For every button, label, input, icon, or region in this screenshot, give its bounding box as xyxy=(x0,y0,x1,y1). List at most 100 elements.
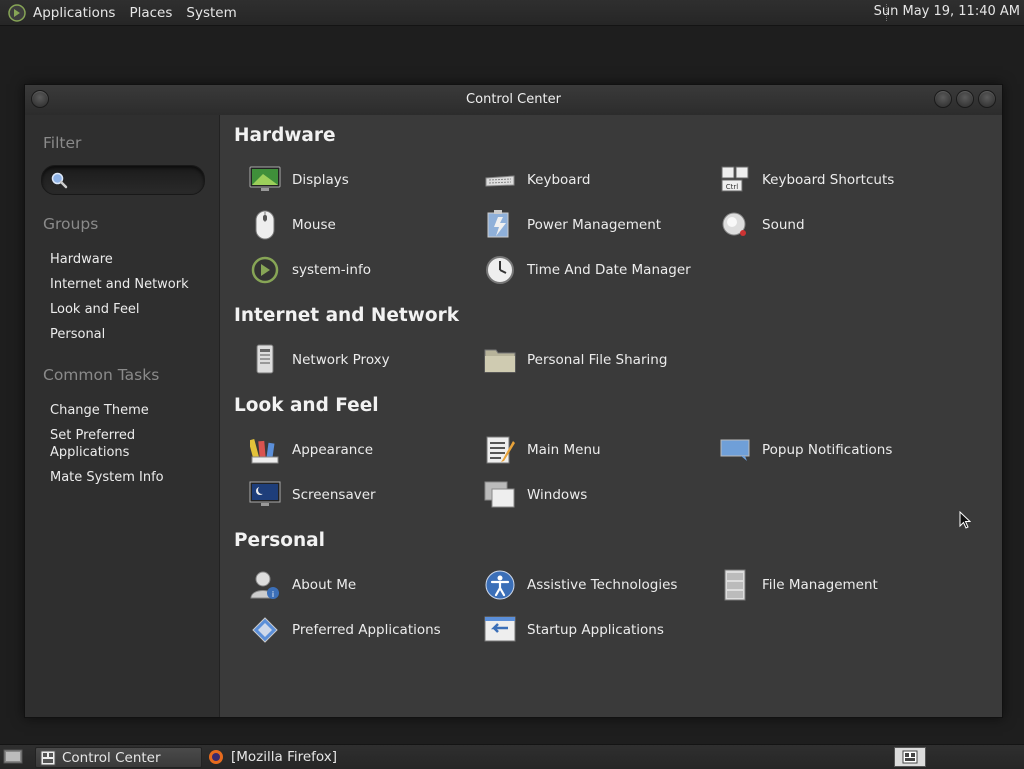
keyboard-icon xyxy=(483,163,517,197)
sidebar-group-look-feel[interactable]: Look and Feel xyxy=(50,301,210,318)
sidebar-group-personal[interactable]: Personal xyxy=(50,326,210,343)
item-sound[interactable]: Sound xyxy=(718,207,948,243)
accessibility-icon xyxy=(483,568,517,602)
item-label: Personal File Sharing xyxy=(527,352,668,368)
item-assistive-technologies[interactable]: Assistive Technologies xyxy=(483,567,713,603)
network-proxy-icon xyxy=(248,343,282,377)
item-label: Screensaver xyxy=(292,487,376,503)
item-label: About Me xyxy=(292,577,357,593)
item-label: Popup Notifications xyxy=(762,442,893,458)
maximize-button[interactable] xyxy=(956,90,974,108)
item-label: Keyboard Shortcuts xyxy=(762,172,895,188)
sidebar-group-hardware[interactable]: Hardware xyxy=(50,251,210,268)
item-label: Assistive Technologies xyxy=(527,577,678,593)
groups-heading: Groups xyxy=(43,215,99,233)
windows-icon xyxy=(483,478,517,512)
window-titlebar[interactable]: Control Center xyxy=(25,85,1002,115)
item-keyboard[interactable]: Keyboard xyxy=(483,162,713,198)
minimize-button[interactable] xyxy=(934,90,952,108)
file-management-icon xyxy=(718,568,752,602)
section-title-hardware: Hardware xyxy=(234,125,336,146)
sidebar-group-internet-network[interactable]: Internet and Network xyxy=(50,276,210,293)
sidebar: Filter Groups Hardware Internet and Netw… xyxy=(25,115,220,717)
main-menu-icon xyxy=(483,433,517,467)
item-network-proxy[interactable]: Network Proxy xyxy=(248,342,478,378)
taskbar-label: [Mozilla Firefox] xyxy=(231,748,338,765)
item-appearance[interactable]: Appearance xyxy=(248,432,478,468)
item-about-me[interactable]: i About Me xyxy=(248,567,478,603)
screensaver-icon xyxy=(248,478,282,512)
item-time-and-date-manager[interactable]: Time And Date Manager xyxy=(483,252,713,288)
task-mate-system-info[interactable]: Mate System Info xyxy=(50,469,210,486)
common-tasks-heading: Common Tasks xyxy=(43,366,160,384)
item-label: Sound xyxy=(762,217,805,233)
clock-icon xyxy=(483,253,517,287)
top-panel: Applications Places System Sun May 19, 1… xyxy=(0,0,1024,26)
item-label: Keyboard xyxy=(527,172,591,188)
item-label: Windows xyxy=(527,487,588,503)
system-info-icon xyxy=(248,253,282,287)
search-field[interactable] xyxy=(41,165,205,195)
mouse-cursor-icon xyxy=(959,510,972,533)
search-icon xyxy=(50,171,68,189)
taskbar-control-center[interactable]: Control Center xyxy=(35,747,202,768)
item-keyboard-shortcuts[interactable]: Ctrl Keyboard Shortcuts xyxy=(718,162,948,198)
item-windows[interactable]: Windows xyxy=(483,477,713,513)
places-menu[interactable]: Places xyxy=(129,5,172,21)
about-me-icon: i xyxy=(248,568,282,602)
item-label: Main Menu xyxy=(527,442,601,458)
item-label: Mouse xyxy=(292,217,336,233)
task-change-theme[interactable]: Change Theme xyxy=(50,402,210,419)
item-screensaver[interactable]: Screensaver xyxy=(248,477,478,513)
mate-logo-icon[interactable] xyxy=(8,3,28,23)
appearance-icon xyxy=(248,433,282,467)
svg-text:i: i xyxy=(272,590,274,599)
section-title-personal: Personal xyxy=(234,530,325,551)
window-menu-button[interactable] xyxy=(31,90,49,108)
bottom-panel: Control Center [Mozilla Firefox] xyxy=(0,744,1024,769)
item-preferred-applications[interactable]: Preferred Applications xyxy=(248,612,478,648)
show-desktop-icon[interactable] xyxy=(3,748,23,769)
item-label: Network Proxy xyxy=(292,352,390,368)
system-menu[interactable]: System xyxy=(186,5,236,21)
item-power-management[interactable]: Power Management xyxy=(483,207,713,243)
item-label: File Management xyxy=(762,577,878,593)
svg-text:Ctrl: Ctrl xyxy=(726,183,739,191)
item-startup-applications[interactable]: Startup Applications xyxy=(483,612,713,648)
item-label: Startup Applications xyxy=(527,622,664,638)
content-area: Hardware Displays Keyboard Ctrl Keyboard… xyxy=(220,115,1002,717)
mouse-icon xyxy=(248,208,282,242)
item-main-menu[interactable]: Main Menu xyxy=(483,432,713,468)
firefox-icon xyxy=(208,749,224,765)
folder-share-icon xyxy=(483,343,517,377)
window-title: Control Center xyxy=(466,92,561,107)
section-title-look-feel: Look and Feel xyxy=(234,395,379,416)
item-label: system-info xyxy=(292,262,371,278)
item-system-info[interactable]: system-info xyxy=(248,252,478,288)
item-label: Power Management xyxy=(527,217,662,233)
item-file-management[interactable]: File Management xyxy=(718,567,948,603)
display-icon xyxy=(248,163,282,197)
taskbar-firefox[interactable]: [Mozilla Firefox] xyxy=(206,747,386,766)
task-set-preferred-applications[interactable]: Set Preferred Applications xyxy=(50,427,210,461)
item-popup-notifications[interactable]: Popup Notifications xyxy=(718,432,948,468)
item-mouse[interactable]: Mouse xyxy=(248,207,478,243)
item-displays[interactable]: Displays xyxy=(248,162,478,198)
clock[interactable]: Sun May 19, 11:40 AM xyxy=(874,4,1020,19)
power-management-icon xyxy=(483,208,517,242)
control-center-icon xyxy=(40,750,56,766)
keyboard-shortcuts-icon: Ctrl xyxy=(718,163,752,197)
preferred-apps-icon xyxy=(248,613,282,647)
item-label: Displays xyxy=(292,172,349,188)
control-center-window: Control Center Filter Groups Hardware In… xyxy=(24,84,1003,718)
applications-menu[interactable]: Applications xyxy=(33,5,115,21)
startup-apps-icon xyxy=(483,613,517,647)
section-title-internet-network: Internet and Network xyxy=(234,305,460,326)
item-label: Preferred Applications xyxy=(292,622,441,638)
taskbar-label: Control Center xyxy=(62,749,161,766)
item-personal-file-sharing[interactable]: Personal File Sharing xyxy=(483,342,713,378)
filter-heading: Filter xyxy=(43,134,82,152)
notification-icon xyxy=(718,433,752,467)
close-button[interactable] xyxy=(978,90,996,108)
workspace-switcher[interactable] xyxy=(894,747,926,767)
